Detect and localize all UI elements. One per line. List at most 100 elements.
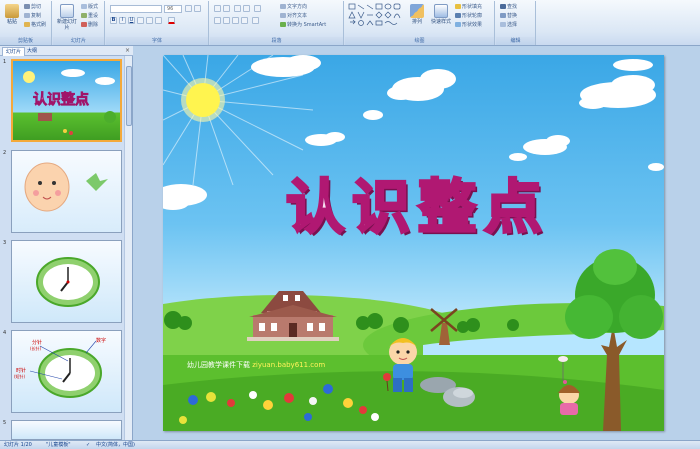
caption-url: ziyuan.baby611.com	[252, 361, 326, 369]
layout-button[interactable]: 版式	[81, 4, 98, 10]
font-group-label: 字体	[106, 37, 208, 45]
panel-tabs: 幻灯片 大纲 ×	[0, 46, 133, 56]
slide-thumbnail-art: 分针 (长针) 数字 时针 (短针)	[14, 337, 106, 398]
spacing-button[interactable]	[155, 17, 162, 24]
panel-scrollbar[interactable]	[124, 56, 132, 440]
ribbon: 粘贴 剪切 复制 格式刷 剪贴板 新建幻灯片 版式 重设 删除 幻灯片 96 B…	[0, 0, 700, 46]
paragraph-group: 文字方向 对齐文本 转换为 SmartArt 段落	[210, 1, 344, 45]
theme-name: "儿童模板"	[46, 442, 71, 448]
layout-icon	[81, 4, 87, 9]
slide-thumbnail-art	[24, 162, 108, 212]
bold-button[interactable]: B	[110, 17, 117, 24]
close-icon[interactable]: ×	[125, 47, 130, 55]
thumbnail-number: 4	[3, 330, 7, 336]
slide-thumbnail-1[interactable]: 1 认识整点	[0, 59, 124, 145]
shape-outline-button[interactable]: 形状轮廓	[455, 13, 482, 19]
caption-text: 幼儿园教学课件下载	[187, 361, 250, 369]
minute-hand-label: 分针	[32, 339, 42, 346]
number-label: 数字	[96, 337, 106, 344]
shapes-gallery[interactable]	[348, 3, 404, 33]
thumbnail-preview: 分针 (长针) 数字 时针 (短针)	[11, 330, 122, 413]
slide-edit-area: 认识整点 幼儿园教学课件下载 ziyuan.baby611.com	[134, 46, 700, 440]
slide-caption[interactable]: 幼儿园教学课件下载 ziyuan.baby611.com	[187, 360, 325, 370]
hour-hand-note: (短针)	[14, 373, 26, 379]
slide-thumbnail-2[interactable]: 2	[0, 150, 124, 236]
font-color-button[interactable]	[168, 17, 175, 24]
fill-bucket-icon	[455, 4, 461, 9]
replace-button[interactable]: 替换	[500, 13, 517, 19]
pen-icon	[455, 13, 461, 18]
slides-group: 新建幻灯片 版式 重设 删除 幻灯片	[53, 1, 105, 45]
strikethrough-button[interactable]	[137, 17, 144, 24]
italic-button[interactable]: I	[119, 17, 126, 24]
copy-button[interactable]: 复制	[24, 13, 41, 19]
slide-thumbnail-art: 认识整点	[23, 69, 116, 135]
shadow-button[interactable]	[146, 17, 153, 24]
align-text-button[interactable]: 对齐文本	[280, 13, 307, 19]
minute-hand-note: (长针)	[30, 345, 42, 351]
thumbnail-number: 1	[3, 59, 7, 65]
slide-thumbnail-3[interactable]: 3	[0, 240, 124, 326]
increase-indent-button[interactable]	[243, 5, 250, 12]
slides-group-label: 幻灯片	[53, 37, 104, 45]
thumbnail-number: 5	[3, 420, 7, 426]
clipboard-icon	[5, 4, 19, 18]
scissors-icon	[24, 4, 30, 9]
shape-effects-button[interactable]: 形状效果	[455, 22, 482, 28]
new-slide-button[interactable]: 新建幻灯片	[56, 4, 78, 31]
clipboard-group: 粘贴 剪切 复制 格式刷 剪贴板	[0, 1, 52, 45]
underline-button[interactable]: U	[128, 17, 135, 24]
columns-button[interactable]	[252, 17, 259, 24]
align-left-button[interactable]	[214, 17, 221, 24]
align-center-button[interactable]	[223, 17, 230, 24]
status-bar: 幻灯片 1/20 "儿童模板" ✓ 中文(简体，中国)	[0, 440, 700, 449]
scrollbar-thumb[interactable]	[126, 66, 132, 126]
arrange-button[interactable]: 排列	[407, 4, 427, 25]
format-painter-button[interactable]: 格式刷	[24, 22, 46, 28]
thumbnail-number: 3	[3, 240, 7, 246]
slides-panel: 幻灯片 大纲 × 1 认识整点 2 3 4 分针 (长针) 数字 时针 (短针)…	[0, 46, 133, 440]
paste-button[interactable]: 粘贴	[2, 4, 22, 25]
align-right-button[interactable]	[232, 17, 239, 24]
arrange-icon	[410, 4, 424, 18]
smartart-button[interactable]: 转换为 SmartArt	[280, 22, 326, 28]
shrink-font-button[interactable]	[194, 5, 201, 12]
font-name-field[interactable]	[110, 5, 162, 13]
current-slide[interactable]: 认识整点 幼儿园教学课件下载 ziyuan.baby611.com	[163, 55, 664, 431]
reset-icon	[81, 13, 87, 18]
language[interactable]: 中文(简体，中国)	[96, 441, 135, 449]
font-group: 96 B I U 字体	[106, 1, 209, 45]
tab-outline[interactable]: 大纲	[24, 47, 40, 56]
numbering-button[interactable]	[223, 5, 230, 12]
shape-fill-button[interactable]: 形状填充	[455, 4, 482, 10]
font-size-field[interactable]: 96	[164, 5, 182, 13]
drawing-group: 排列 快速样式 形状填充 形状轮廓 形状效果 绘图	[345, 1, 495, 45]
thumbnail-title: 认识整点	[33, 91, 89, 108]
brush-icon	[24, 22, 30, 27]
text-direction-button[interactable]: 文字方向	[280, 4, 307, 10]
effects-icon	[455, 22, 461, 27]
justify-button[interactable]	[241, 17, 248, 24]
slide-thumbnail-4[interactable]: 4 分针 (长针) 数字 时针 (短针)	[0, 330, 124, 416]
delete-button[interactable]: 删除	[81, 22, 98, 28]
spellcheck-icon[interactable]: ✓	[86, 441, 90, 449]
sun	[186, 83, 220, 117]
quick-styles-button[interactable]: 快速样式	[429, 4, 453, 25]
grow-font-button[interactable]	[185, 5, 192, 12]
line-spacing-button[interactable]	[254, 5, 261, 12]
select-button[interactable]: 选择	[500, 22, 517, 28]
find-button[interactable]: 查找	[500, 4, 517, 10]
editing-group: 查找 替换 选择 编辑	[496, 1, 536, 45]
cut-button[interactable]: 剪切	[24, 4, 41, 10]
decrease-indent-button[interactable]	[234, 5, 241, 12]
align-text-icon	[280, 13, 286, 18]
slide-title[interactable]: 认识整点	[253, 160, 583, 244]
reset-button[interactable]: 重设	[81, 13, 98, 19]
slide-thumbnail-art	[36, 257, 100, 307]
hour-hand-label: 时针	[16, 367, 26, 374]
thumbnail-preview	[11, 420, 122, 440]
slide-thumbnail-5[interactable]: 5	[0, 420, 124, 440]
tab-slides[interactable]: 幻灯片	[2, 47, 26, 56]
bullets-button[interactable]	[214, 5, 221, 12]
paragraph-group-label: 段落	[210, 37, 343, 45]
